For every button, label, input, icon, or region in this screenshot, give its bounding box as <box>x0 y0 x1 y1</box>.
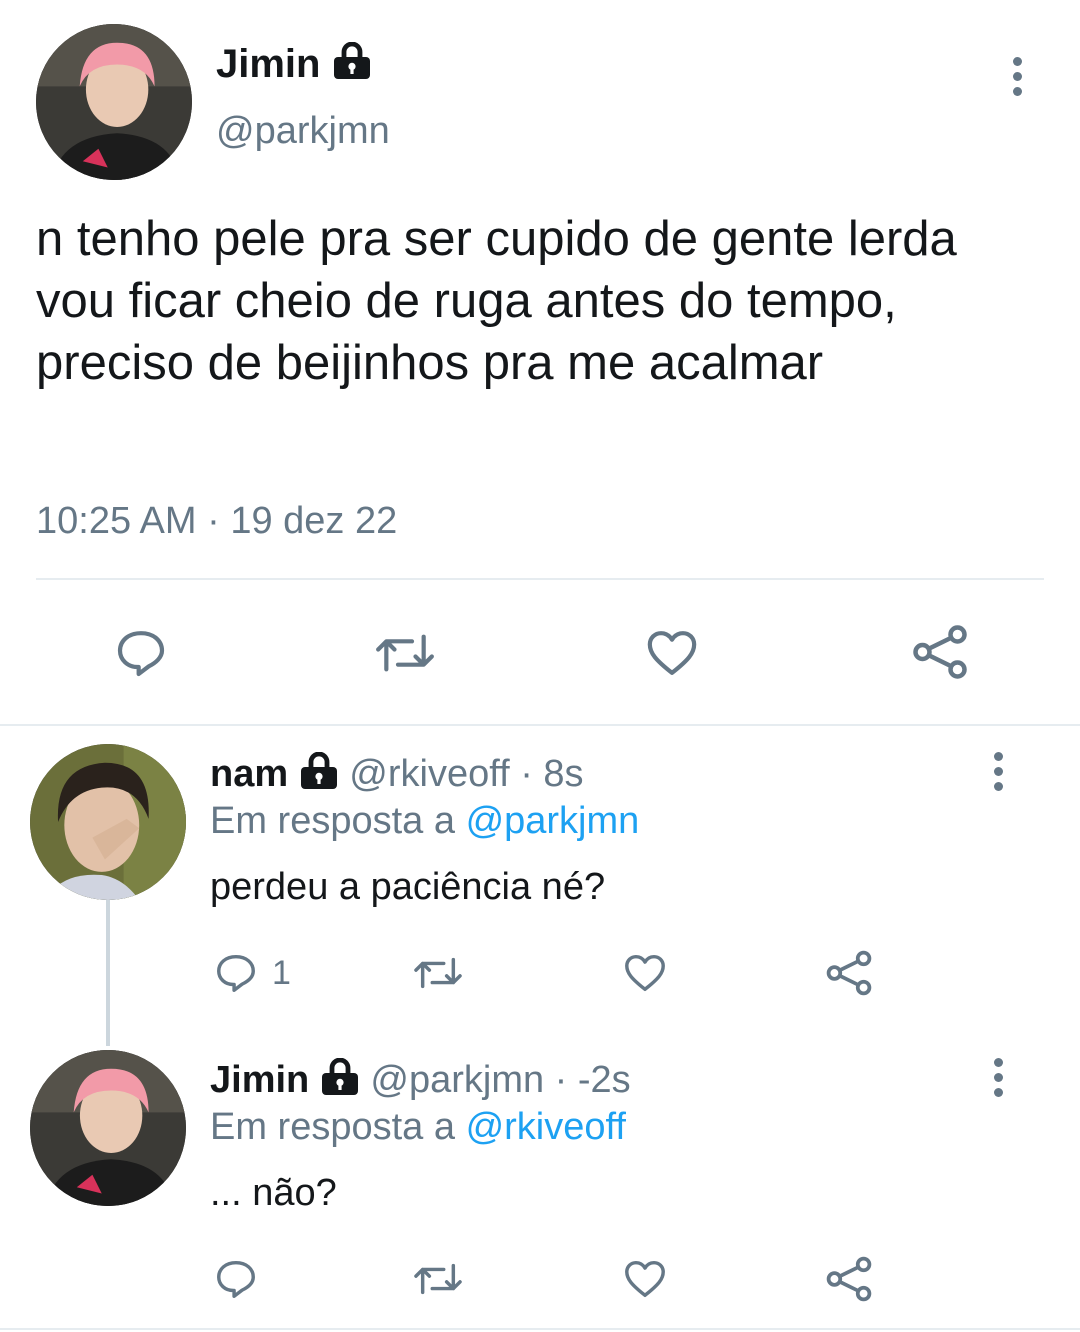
more-options-icon[interactable] <box>1011 57 1023 102</box>
reply-text: perdeu a paciência né? <box>210 866 606 908</box>
avatar-image <box>36 24 192 180</box>
mention-link[interactable]: @parkjmn <box>466 800 640 842</box>
like-icon[interactable] <box>620 950 670 996</box>
like-icon[interactable] <box>620 1256 670 1302</box>
divider <box>36 578 1044 580</box>
section-divider <box>0 724 1080 726</box>
reply-prefix: Em resposta a <box>210 1106 455 1148</box>
avatar[interactable] <box>36 24 192 180</box>
reply-time: · 8s <box>520 753 584 796</box>
reply-context: Em resposta a @parkjmn <box>210 800 639 843</box>
share-icon[interactable] <box>910 622 970 682</box>
reply-header: nam @rkiveoff · 8s <box>210 751 584 800</box>
reply-icon[interactable] <box>112 625 170 681</box>
retweet-icon[interactable] <box>410 950 466 996</box>
mention-link[interactable]: @rkiveoff <box>466 1106 626 1148</box>
reply-header: Jimin @parkjmn · -2s <box>210 1057 631 1106</box>
lock-icon <box>299 751 339 800</box>
reply-icon[interactable] <box>212 950 260 996</box>
more-options-icon[interactable] <box>992 752 1004 797</box>
reply-avatar-image <box>30 744 186 900</box>
share-icon[interactable] <box>824 948 874 998</box>
lock-icon <box>332 42 372 90</box>
lock-icon <box>320 1057 360 1106</box>
reply-handle[interactable]: @parkjmn <box>370 1059 544 1101</box>
user-handle[interactable]: @parkjmn <box>216 110 390 153</box>
reply-text: ... não? <box>210 1172 337 1214</box>
thread-line <box>106 900 110 1046</box>
reply-time: · -2s <box>554 1059 631 1102</box>
tweet-timestamp: 10:25 AM · 19 dez 22 <box>36 500 398 542</box>
tweet-text: n tenho pele pra ser cupido de gente ler… <box>36 212 957 390</box>
reply-avatar-image <box>30 1050 186 1206</box>
reply-count: 1 <box>272 954 291 992</box>
like-icon[interactable] <box>642 625 702 681</box>
bottom-divider <box>0 1328 1080 1330</box>
reply-avatar[interactable] <box>30 744 186 900</box>
more-options-icon[interactable] <box>992 1058 1004 1103</box>
retweet-icon[interactable] <box>372 625 438 681</box>
retweet-icon[interactable] <box>410 1256 466 1302</box>
reply-handle[interactable]: @rkiveoff <box>349 753 509 795</box>
reply-icon[interactable] <box>212 1256 260 1302</box>
reply-avatar[interactable] <box>30 1050 186 1206</box>
reply-prefix: Em resposta a <box>210 800 455 842</box>
display-name[interactable]: Jimin <box>216 42 372 90</box>
reply-context: Em resposta a @rkiveoff <box>210 1106 626 1149</box>
reply-display-name[interactable]: Jimin <box>210 1059 309 1101</box>
share-icon[interactable] <box>824 1254 874 1304</box>
reply-display-name[interactable]: nam <box>210 753 288 795</box>
